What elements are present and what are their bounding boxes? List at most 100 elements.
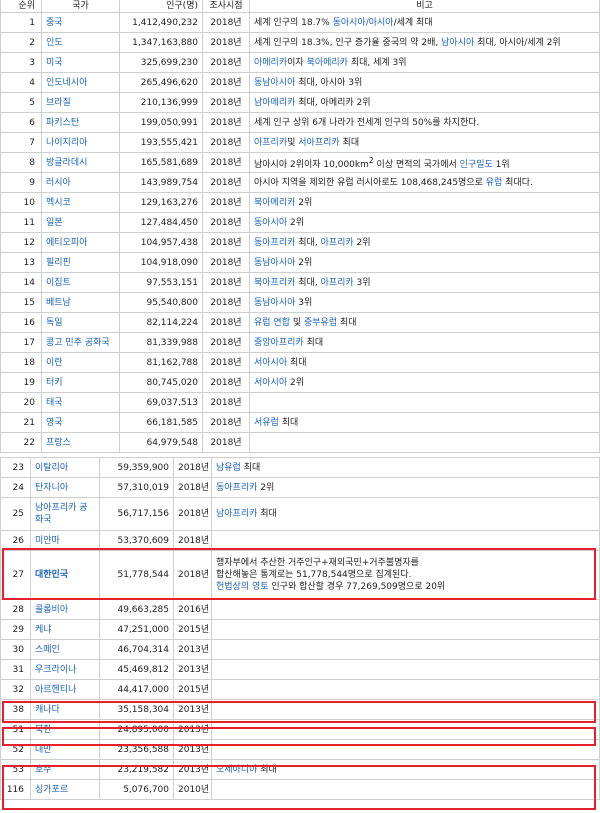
country-link[interactable]: 캐나다 [35, 705, 60, 715]
note-link[interactable]: 유럽 [486, 178, 503, 188]
population-cell: 45,469,812 [99, 659, 174, 680]
table-row: 1 중국 1,412,490,232 2018년 세계 인구의 18.7% 동아시아/아… [0, 12, 600, 33]
country-link[interactable]: 남아프리카 공화국 [35, 503, 88, 525]
country-link[interactable]: 프랑스 [46, 438, 71, 448]
rank-cell: 26 [0, 530, 31, 551]
country-link[interactable]: 대만 [35, 745, 52, 755]
country-link[interactable]: 이집트 [46, 278, 71, 288]
note-link[interactable]: 동아시아 [333, 18, 366, 28]
population-cell: 23,219,582 [99, 759, 174, 780]
table-row: 53 호주 23,219,582 2013년 오세아니아 최대 [0, 759, 600, 780]
country-link[interactable]: 이란 [46, 358, 63, 368]
table-row: 19 터키 80,745,020 2018년 서아시아 2위 [0, 372, 600, 393]
country-link[interactable]: 필리핀 [46, 258, 71, 268]
country-cell: 호주 [30, 759, 100, 780]
country-link[interactable]: 인도네시아 [46, 78, 87, 88]
rank-cell: 20 [0, 392, 42, 413]
note-link[interactable]: 중앙아프리카 [254, 338, 304, 348]
note-cell: 동남아시아 2위 [249, 252, 600, 273]
note-link[interactable]: 중부유럽 [304, 318, 337, 328]
note-cell [249, 432, 600, 453]
note-link[interactable]: 북아프리카 [254, 278, 295, 288]
note-link[interactable]: 동남아시아 [254, 298, 295, 308]
country-link[interactable]: 미얀마 [35, 536, 60, 546]
survey-date-cell: 2013년 [173, 739, 212, 760]
note-link[interactable]: 서아프리카 [298, 138, 339, 148]
population-cell: 82,114,224 [119, 312, 203, 333]
table-row: 31 우크라이나 45,469,812 2013년 [0, 659, 600, 680]
rank-cell: 9 [0, 172, 42, 193]
country-link[interactable]: 우크라이나 [35, 665, 76, 675]
country-link[interactable]: 미국 [46, 58, 63, 68]
country-link[interactable]: 베트남 [46, 298, 71, 308]
note-link[interactable]: 아프리카 [321, 238, 354, 248]
country-link[interactable]: 중국 [46, 18, 63, 28]
note-link[interactable]: 인구밀도 [460, 160, 493, 170]
note-link[interactable]: 동아프리카 [216, 483, 257, 493]
population-cell: 193,555,421 [119, 132, 203, 153]
note-link[interactable]: 동남아시아 [254, 78, 295, 88]
note-text: 3위 [353, 277, 371, 288]
note-text: 최대 [337, 317, 357, 328]
note-link[interactable]: 북아메리카 [307, 58, 348, 68]
survey-date-cell: 2018년 [173, 457, 212, 478]
country-link[interactable]: 에티오피아 [46, 238, 87, 248]
country-link[interactable]: 일본 [46, 218, 63, 228]
note-link[interactable]: 남유럽 [216, 463, 241, 473]
note-link[interactable]: 동남아시아 [254, 258, 295, 268]
country-link[interactable]: 나이지리아 [46, 138, 87, 148]
country-link[interactable]: 콩고 민주 공화국 [46, 338, 110, 348]
country-link[interactable]: 대한민국 [35, 570, 68, 580]
note-link[interactable]: 서아시아 [254, 378, 287, 388]
note-link[interactable]: 아프리카 [321, 278, 354, 288]
note-link[interactable]: 헌법상의 영토 [216, 582, 269, 592]
country-link[interactable]: 영국 [46, 418, 63, 428]
note-cell: 남아메리카 최대, 아메리카 2위 [249, 92, 600, 113]
country-link[interactable]: 터키 [46, 378, 63, 388]
country-link[interactable]: 태국 [46, 398, 63, 408]
country-link[interactable]: 브라질 [46, 98, 71, 108]
note-text: 2위 [287, 217, 304, 228]
note-text: 이상 면적의 국가에서 [373, 159, 460, 170]
country-link[interactable]: 멕시코 [46, 198, 71, 208]
country-link[interactable]: 파키스탄 [46, 118, 79, 128]
note-cell: 동아프리카 최대, 아프리카 2위 [249, 232, 600, 253]
note-link[interactable]: 북아메리카 [254, 198, 295, 208]
note-link[interactable]: 아메리카 [254, 58, 287, 68]
country-link[interactable]: 독일 [46, 318, 63, 328]
country-link[interactable]: 싱가포르 [35, 785, 68, 795]
country-link[interactable]: 방글라데시 [46, 158, 87, 168]
survey-date-cell: 2013년 [173, 719, 212, 740]
note-link[interactable]: 아프리카 [254, 138, 287, 148]
country-link[interactable]: 아르헨티나 [35, 685, 76, 695]
note-link[interactable]: 남아시아 [441, 38, 474, 48]
population-cell: 265,496,620 [119, 72, 203, 93]
rank-cell: 28 [0, 599, 31, 620]
country-cell: 터키 [41, 372, 120, 393]
country-link[interactable]: 스페인 [35, 645, 60, 655]
note-link[interactable]: 남아메리카 [254, 98, 295, 108]
country-link[interactable]: 케냐 [35, 625, 52, 635]
country-link[interactable]: 북한 [35, 725, 52, 735]
note-link[interactable]: 동아시아 [254, 218, 287, 228]
note-link[interactable]: 동아프리카 [254, 238, 295, 248]
population-cell: 95,540,800 [119, 292, 203, 313]
note-link[interactable]: 서유럽 [254, 418, 279, 428]
table-row: 38 캐나다 35,158,304 2013년 [0, 699, 600, 720]
population-cell: 53,370,609 [99, 530, 174, 551]
country-link[interactable]: 콜롬비아 [35, 605, 68, 615]
country-link[interactable]: 러시아 [46, 178, 71, 188]
country-link[interactable]: 호주 [35, 765, 52, 775]
note-link[interactable]: 오세아니아 [216, 765, 257, 775]
country-link[interactable]: 이탈리아 [35, 463, 68, 473]
note-cell: 동남아시아 최대, 아시아 3위 [249, 72, 600, 93]
note-text: 남아시아 2위이자 10,000km [254, 159, 369, 170]
country-link[interactable]: 인도 [46, 38, 63, 48]
note-link[interactable]: 유럽 연합 [254, 318, 290, 328]
note-link[interactable]: 서아시아 [254, 358, 287, 368]
country-link[interactable]: 탄자니아 [35, 483, 68, 493]
survey-date-cell: 2018년 [202, 92, 250, 113]
note-link[interactable]: /아시아 [366, 18, 394, 28]
note-cell [211, 739, 600, 760]
note-link[interactable]: 남아프리카 [216, 509, 257, 519]
